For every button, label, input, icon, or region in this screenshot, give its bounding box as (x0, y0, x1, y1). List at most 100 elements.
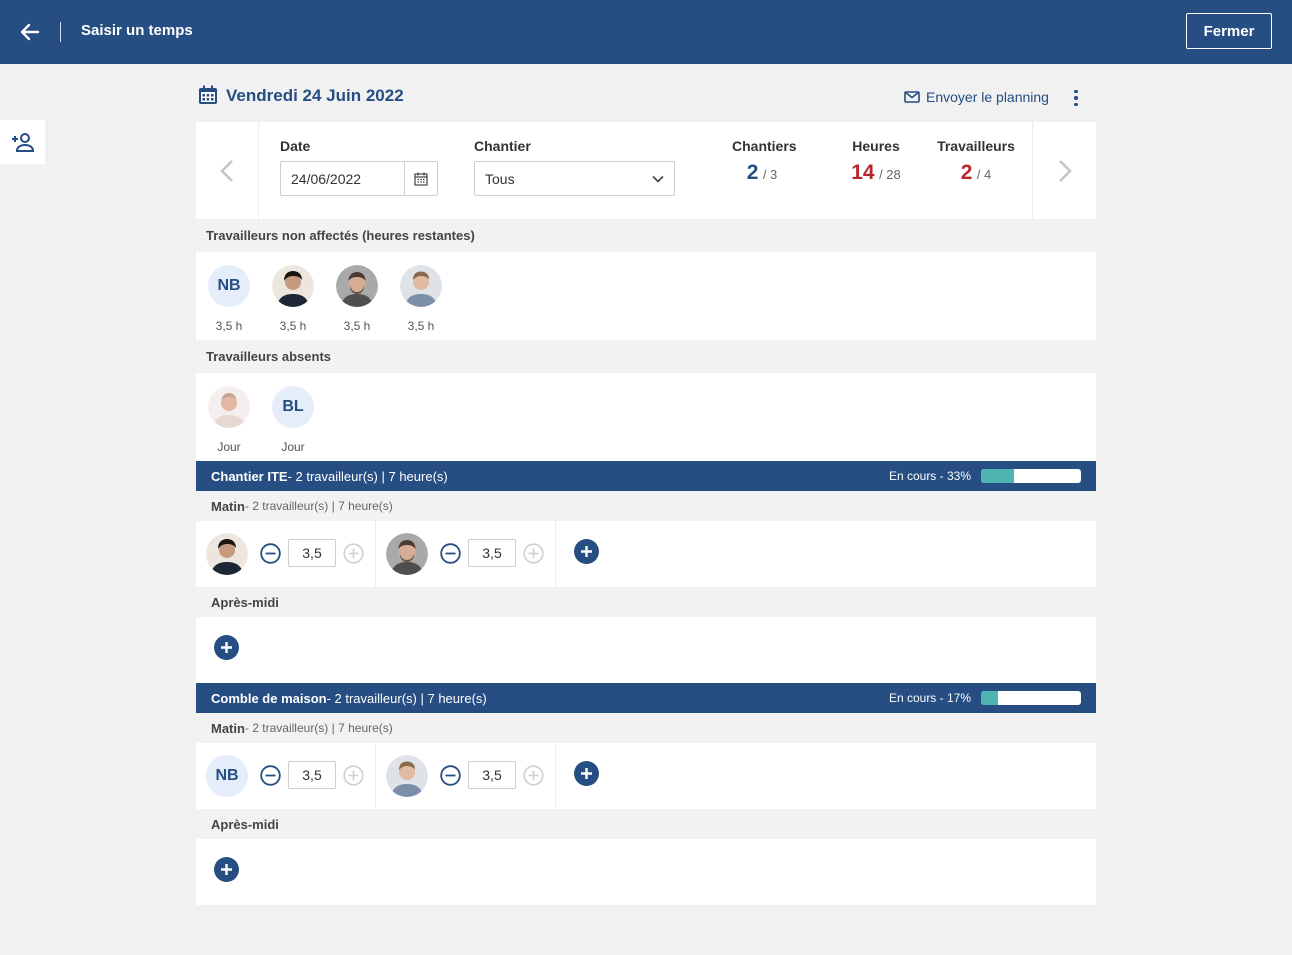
remaining-hours: 3,5 h (215, 319, 243, 333)
assignment-cell: 3,5 (376, 743, 556, 809)
site-select-value: Tous (485, 170, 515, 187)
site-status: En cours - 17% (888, 691, 971, 705)
add-assignment-icon[interactable] (214, 857, 239, 882)
avatar: NB (206, 755, 248, 797)
add-assignment-icon[interactable] (574, 761, 599, 786)
hours-stat-label: Heures (852, 138, 900, 154)
increase-hours-icon[interactable] (523, 765, 544, 786)
hours-stat-total: / 28 (879, 167, 901, 182)
afternoon-header: Après-midi (196, 587, 1096, 617)
send-planning-label: Envoyer le planning (926, 89, 1049, 105)
more-options-icon[interactable] (1068, 88, 1084, 108)
add-assignment-icon[interactable] (574, 539, 599, 564)
date-field[interactable]: 24/06/2022 (280, 161, 438, 196)
sites-stat-value: 2 (746, 161, 759, 184)
sites-stat-total: / 3 (762, 167, 778, 182)
hours-input[interactable]: 3,5 (288, 761, 336, 789)
next-day-button[interactable] (1032, 122, 1096, 219)
morning-header: Matin - 2 travailleur(s) | 7 heure(s) (196, 491, 1096, 521)
hours-stat: Heures 14 / 28 (846, 138, 906, 185)
site-progress-fill (981, 691, 998, 705)
remaining-hours: 3,5 h (407, 319, 435, 333)
absence-period: Jour (217, 440, 241, 454)
back-arrow-icon[interactable] (18, 20, 42, 44)
top-bar: Saisir un temps Fermer (0, 0, 1292, 64)
hours-stat-value: 14 (851, 161, 875, 184)
period-label: Matin (211, 498, 245, 514)
afternoon-assignments (196, 839, 1096, 905)
hours-input[interactable]: 3,5 (468, 761, 516, 789)
close-button[interactable]: Fermer (1186, 13, 1272, 49)
avatar (386, 533, 428, 575)
absence-period: Jour (281, 440, 305, 454)
site-header[interactable]: Chantier ITE - 2 travailleur(s) | 7 heur… (196, 461, 1096, 491)
site-summary: - 2 travailleur(s) | 7 heure(s) (326, 690, 487, 706)
remaining-hours: 3,5 h (343, 319, 371, 333)
absent-worker[interactable]: Jour (208, 386, 250, 454)
day-title: Vendredi 24 Juin 2022 (226, 86, 404, 105)
unassigned-worker-nb[interactable]: NB 3,5 h (208, 265, 250, 333)
previous-day-button[interactable] (196, 122, 259, 219)
send-planning-link[interactable]: Envoyer le planning (904, 89, 1049, 105)
increase-hours-icon[interactable] (343, 765, 364, 786)
decrease-hours-icon[interactable] (440, 765, 461, 786)
site-summary: - 2 travailleur(s) | 7 heure(s) (287, 468, 448, 484)
avatar: NB (208, 265, 250, 307)
chevron-left-icon (220, 159, 233, 182)
title-divider (60, 22, 61, 42)
date-picker-icon[interactable] (404, 162, 437, 195)
site-name: Comble de maison (211, 690, 327, 706)
add-worker-button[interactable] (0, 120, 45, 164)
period-summary: - 2 travailleur(s) | 7 heure(s) (244, 499, 393, 513)
hours-input[interactable]: 3,5 (468, 539, 516, 567)
afternoon-header: Après-midi (196, 809, 1096, 839)
chevron-down-icon (652, 175, 664, 183)
increase-hours-icon[interactable] (523, 543, 544, 564)
hours-input[interactable]: 3,5 (288, 539, 336, 567)
site-select[interactable]: Tous (474, 161, 675, 196)
mail-icon (904, 91, 920, 103)
workers-stat-value: 2 (960, 161, 973, 184)
decrease-hours-icon[interactable] (260, 543, 281, 564)
absent-section-title: Travailleurs absents (196, 340, 1096, 373)
sites-stat-label: Chantiers (732, 138, 797, 154)
workers-stat: Travailleurs 2 / 4 (936, 138, 1016, 185)
avatar (336, 265, 378, 307)
decrease-hours-icon[interactable] (260, 765, 281, 786)
unassigned-section-title: Travailleurs non affectés (heures restan… (196, 219, 1096, 252)
period-label: Après-midi (211, 594, 279, 610)
increase-hours-icon[interactable] (343, 543, 364, 564)
site-progress-bar (981, 691, 1081, 705)
avatar (208, 386, 250, 428)
sites-stat: Chantiers 2 / 3 (732, 138, 797, 185)
person-add-icon (11, 133, 34, 152)
assignment-cell: 3,5 (196, 521, 376, 587)
page-title: Saisir un temps (81, 22, 193, 39)
absent-worker-bl[interactable]: BL Jour (272, 386, 314, 454)
remaining-hours: 3,5 h (279, 319, 307, 333)
morning-assignments: NB 3,5 3,5 (196, 743, 1096, 809)
calendar-icon (198, 85, 218, 110)
period-label: Matin (211, 720, 245, 736)
planning-panel: Date 24/06/2022 Chantier Tous Chantiers … (196, 122, 1096, 905)
site-status: En cours - 33% (888, 469, 971, 483)
site-progress-fill (981, 469, 1014, 483)
morning-header: Matin - 2 travailleur(s) | 7 heure(s) (196, 713, 1096, 743)
unassigned-worker[interactable]: 3,5 h (400, 265, 442, 333)
unassigned-worker[interactable]: 3,5 h (272, 265, 314, 333)
assignment-cell: NB 3,5 (196, 743, 376, 809)
decrease-hours-icon[interactable] (440, 543, 461, 564)
afternoon-assignments (196, 617, 1096, 683)
avatar: BL (272, 386, 314, 428)
workers-stat-label: Travailleurs (937, 138, 1015, 154)
add-assignment-icon[interactable] (214, 635, 239, 660)
chevron-right-icon (1058, 159, 1072, 182)
site-header[interactable]: Comble de maison - 2 travailleur(s) | 7 … (196, 683, 1096, 713)
date-field-value: 24/06/2022 (291, 170, 362, 187)
site-name: Chantier ITE (211, 468, 288, 484)
workers-stat-total: / 4 (976, 167, 992, 182)
period-label: Après-midi (211, 816, 279, 832)
avatar (400, 265, 442, 307)
unassigned-worker[interactable]: 3,5 h (336, 265, 378, 333)
filter-row: Date 24/06/2022 Chantier Tous Chantiers … (196, 122, 1096, 219)
